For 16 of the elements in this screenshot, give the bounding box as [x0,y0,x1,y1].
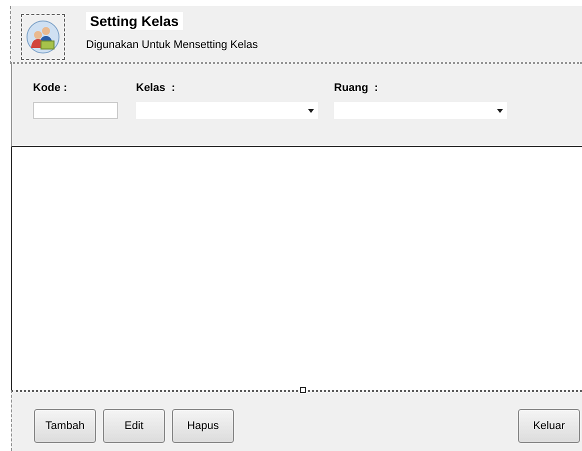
dropdown-field[interactable] [334,102,507,119]
action-button[interactable]: Edit [103,409,165,443]
users-icon [26,20,60,54]
field-label: Ruang : [334,82,379,94]
action-button[interactable]: Tambah [34,409,96,443]
kode-field[interactable] [33,102,118,119]
field-label: Kelas : [136,82,176,94]
dropdown-field[interactable] [136,102,318,119]
form-subtitle: Digunakan Untuk Mensetting Kelas [86,39,258,51]
form-title: Setting Kelas [86,12,183,30]
dropdown-arrow-icon [308,108,314,112]
resize-handle[interactable] [300,387,306,393]
dropdown-arrow-icon [497,108,503,112]
action-button[interactable]: Keluar [518,409,580,443]
field-label: Kode : [33,82,68,94]
action-button[interactable]: Hapus [172,409,234,443]
